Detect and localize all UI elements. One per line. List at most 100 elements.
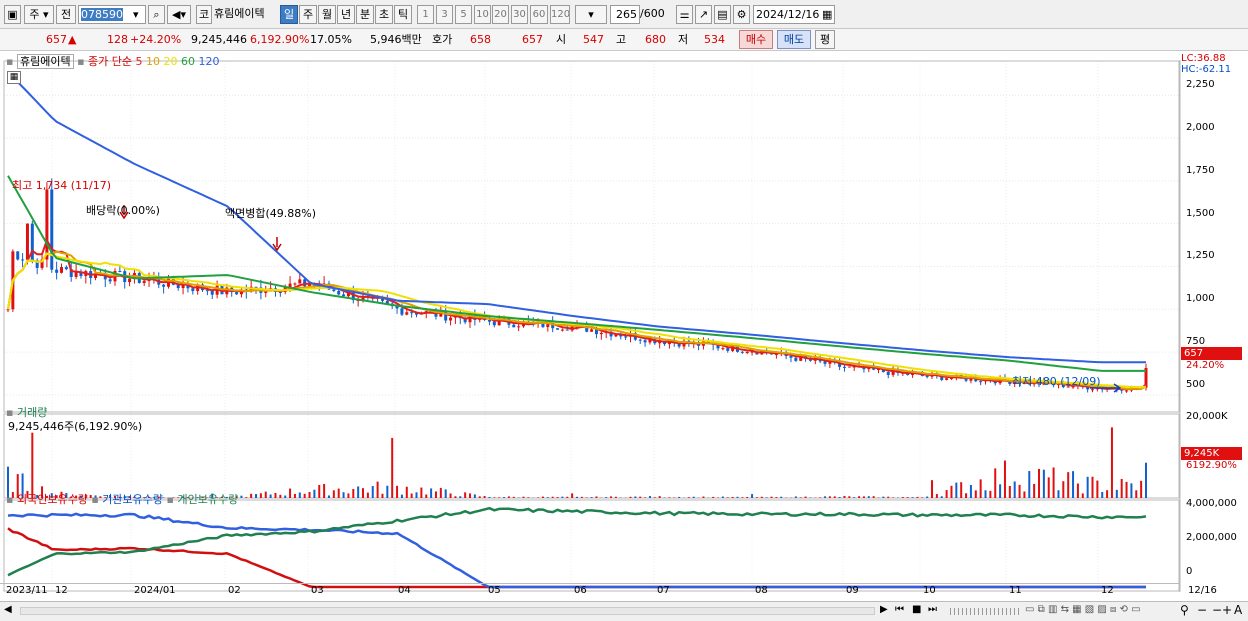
buy-button[interactable]: 매수 <box>739 30 773 49</box>
candle-body <box>599 332 603 335</box>
count-field[interactable]: 265 <box>610 5 640 24</box>
volume-bar <box>639 496 642 498</box>
annotations <box>119 205 1122 393</box>
ma-legend-120: 120 <box>195 55 220 68</box>
volume-bar <box>1067 472 1070 498</box>
market-select[interactable]: 주 ▾ <box>24 5 54 24</box>
volume-bar <box>323 483 326 498</box>
interval-30[interactable]: 30 <box>511 5 528 24</box>
last-volume-marker: 9,245K <box>1181 447 1242 460</box>
volume-bar <box>921 497 924 498</box>
volume-bar <box>405 486 408 498</box>
stock-label[interactable]: 휴림에이텍 <box>16 54 74 69</box>
eval-button[interactable]: 평 <box>815 30 835 49</box>
volume-bar <box>279 494 282 498</box>
forward-icon[interactable]: ⏭ <box>928 604 937 615</box>
all-button[interactable]: 전 <box>56 5 76 24</box>
price-tick-2: 1,750 <box>1186 164 1215 176</box>
volume-bar <box>760 496 763 498</box>
period-0[interactable]: 일 <box>280 5 298 24</box>
period-6[interactable]: 틱 <box>394 5 412 24</box>
calendar-icon[interactable]: ▦ <box>822 6 834 23</box>
stock-code-field[interactable]: 078590 ▾ <box>78 5 146 24</box>
volume-bar <box>648 496 651 498</box>
date-field[interactable]: 2024/12/16 ▦ <box>753 5 835 24</box>
period-1[interactable]: 주 <box>299 5 317 24</box>
zoom-slider[interactable] <box>950 608 1020 615</box>
interval-1[interactable]: 1 <box>417 5 434 24</box>
volume-bar <box>736 496 739 498</box>
date-value: 2024/12/16 <box>756 8 820 21</box>
interval-60[interactable]: 60 <box>530 5 548 24</box>
volume-bar <box>444 489 447 498</box>
volume-bar <box>1047 477 1050 498</box>
interval-120[interactable]: 120 <box>550 5 570 24</box>
ma-legend-60: 60 <box>177 55 196 68</box>
candle-body <box>945 378 949 380</box>
period-4[interactable]: 분 <box>356 5 374 24</box>
gear-icon[interactable]: ⚙ <box>733 5 750 24</box>
hc-value: HC:-62.11 <box>1181 64 1232 75</box>
volume-bar <box>493 497 496 498</box>
volume-bar <box>415 492 418 498</box>
volume-bar <box>780 496 783 498</box>
volume-bar <box>726 497 729 498</box>
volume-bar <box>342 492 345 498</box>
scrollbar-track[interactable] <box>20 607 875 615</box>
interval-10[interactable]: 10 <box>474 5 491 24</box>
scroll-right-icon[interactable]: ▶ <box>880 604 888 615</box>
interval-3[interactable]: 3 <box>436 5 453 24</box>
period-2[interactable]: 월 <box>318 5 336 24</box>
search-icon[interactable]: ⌕ <box>148 5 165 24</box>
period-5[interactable]: 초 <box>375 5 393 24</box>
layout-icons[interactable]: ▭ ⧉ ▥ ⇆ ▦ ▧ ▨ ⧈ ⟲ ▭ <box>1025 604 1141 615</box>
volume-bar <box>337 488 340 498</box>
stop-icon[interactable]: ■ <box>912 604 921 615</box>
volume-bar <box>396 485 399 498</box>
volume-bar <box>1140 480 1143 498</box>
stock-name: 휴림에이텍 <box>214 7 265 20</box>
zoom-icon[interactable]: ⚲ <box>1180 603 1189 617</box>
x-label-5: 04 <box>398 585 411 596</box>
chart-area[interactable] <box>0 51 1248 601</box>
interval-5[interactable]: 5 <box>455 5 472 24</box>
volume-bar <box>867 496 870 498</box>
draw-tool-icon[interactable]: ↗ <box>695 5 712 24</box>
candle-body <box>59 267 63 273</box>
volume-bar <box>362 488 365 498</box>
volume-bar <box>799 497 802 498</box>
zoom-out-alt-icon[interactable]: − <box>1212 603 1222 617</box>
table-icon[interactable]: ▦ <box>7 71 21 84</box>
volume-bar <box>794 496 797 498</box>
ma-120-line <box>7 71 1146 364</box>
x-label-7: 06 <box>574 585 587 596</box>
stock-code: 078590 <box>81 8 123 21</box>
save-icon[interactable]: ▤ <box>714 5 731 24</box>
scroll-left-icon[interactable]: ◀ <box>4 604 12 615</box>
candle-body <box>342 294 346 297</box>
period-3[interactable]: 년 <box>337 5 355 24</box>
lc-value: LC:36.88 <box>1181 53 1226 64</box>
sell-button[interactable]: 매도 <box>777 30 811 49</box>
zoom-in-icon[interactable]: + <box>1222 603 1232 617</box>
candle-body <box>16 251 20 260</box>
volume-bar <box>872 496 875 498</box>
speaker-icon[interactable]: ◀▾ <box>167 5 191 24</box>
price-panel-header: ▪ 휴림에이텍 ▪ 종가 단순 5 10 20 60 120 <box>6 54 220 69</box>
market-prefix[interactable]: 코 <box>196 5 212 24</box>
interval-20[interactable]: 20 <box>492 5 509 24</box>
zoom-out-icon[interactable]: − <box>1197 603 1207 617</box>
window-icon[interactable]: ▣ <box>4 5 21 24</box>
volume-bar <box>269 494 272 498</box>
candle-body <box>886 372 890 375</box>
interval-dropdown[interactable]: ▾ <box>575 5 607 24</box>
volume-bar <box>673 497 676 498</box>
volume-bar <box>1072 471 1075 498</box>
volume-bar <box>678 496 681 498</box>
rewind-icon[interactable]: ⏮ <box>895 604 904 615</box>
font-size-icon[interactable]: A <box>1234 603 1242 617</box>
candle-icon[interactable]: ⚌ <box>676 5 693 24</box>
volume-bar <box>974 490 977 498</box>
ma-legend-10: 10 <box>142 55 161 68</box>
individual-holding-label: 개인보유수량 <box>177 493 239 506</box>
